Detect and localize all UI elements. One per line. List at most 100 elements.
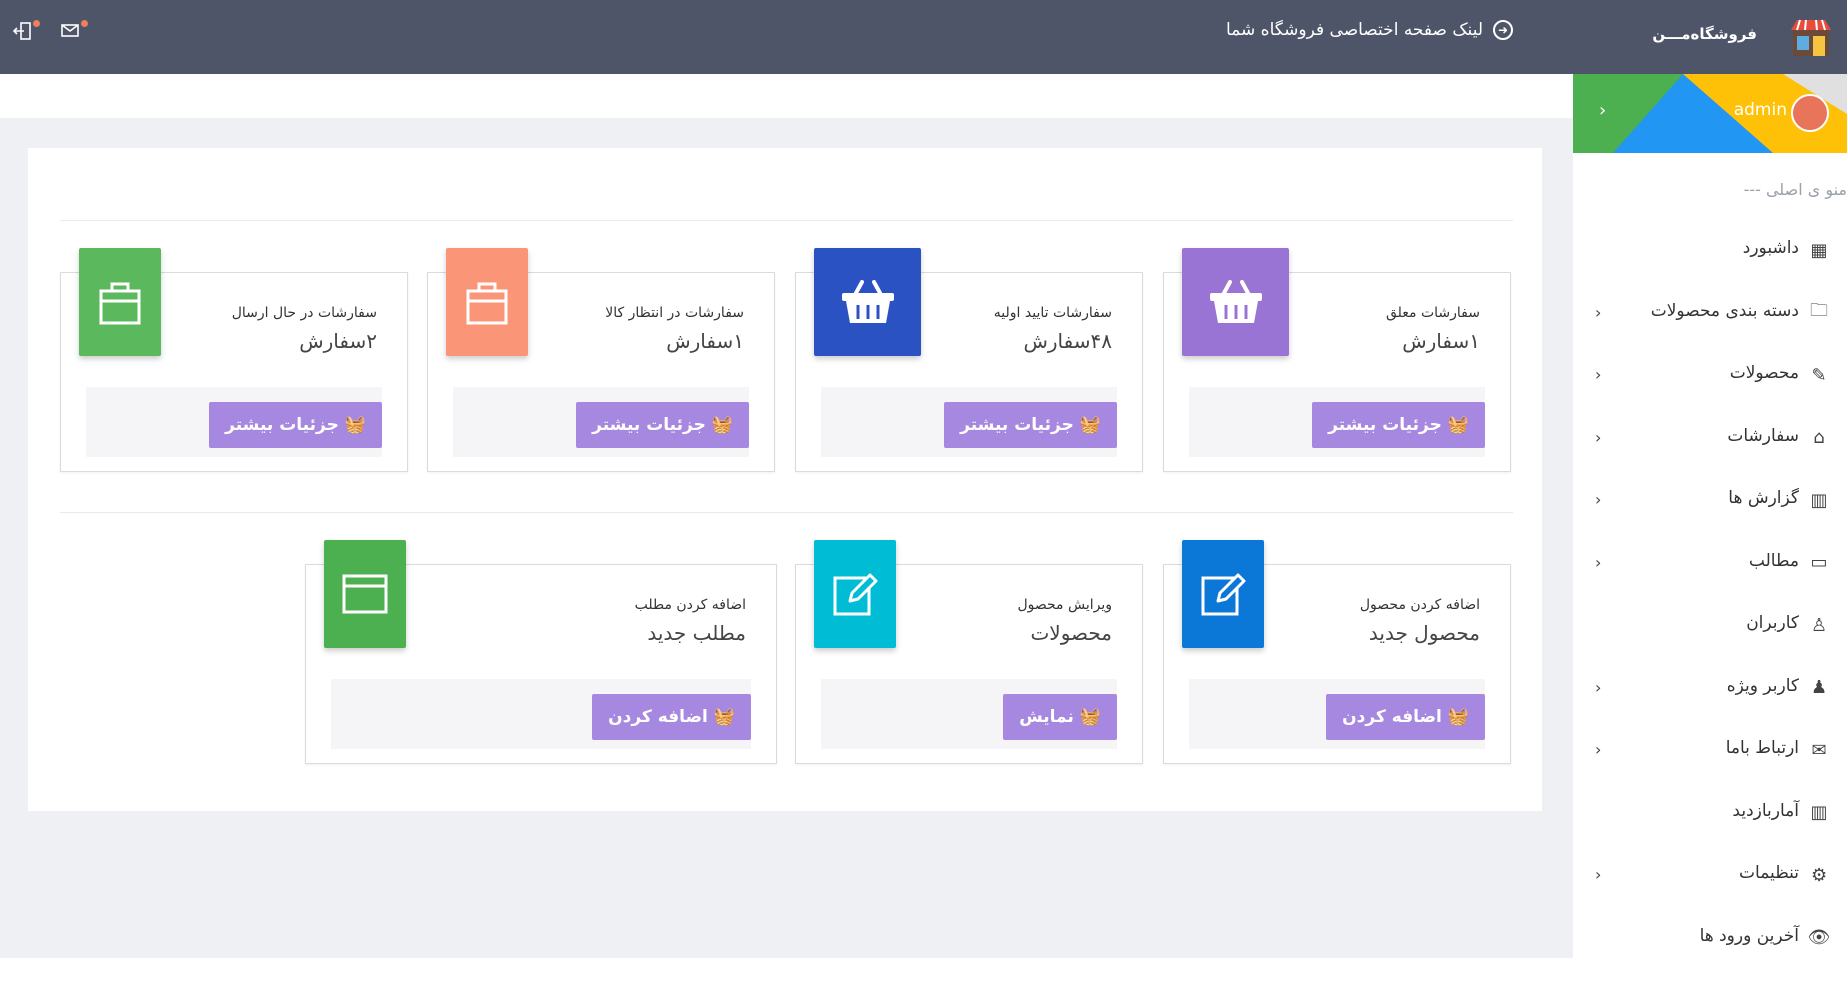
add-button[interactable]: 🧺 اضافه کردن [592, 694, 751, 740]
menu-section-title: منو ی اصلی --- [1743, 180, 1847, 199]
sidebar-item-products[interactable]: ✎ محصولات ‹ [1573, 347, 1847, 410]
basket-icon [814, 248, 921, 356]
sidebar-item-contact[interactable]: ✉ ارتباط باما ‹ [1573, 722, 1847, 785]
avatar[interactable] [1791, 94, 1829, 132]
shopping-bag-icon [446, 248, 528, 356]
edit-icon: ✎ [1811, 364, 1827, 386]
sidebar-item-label: داشبورد [1742, 238, 1799, 258]
card-value: محصول جدید [1368, 621, 1480, 645]
card-title: سفارشات تایید اولیه [993, 305, 1112, 321]
details-button-label: جزئیات بیشتر [1328, 415, 1442, 435]
dashboard-panel: سفارشات معلق ۱سفارش 🧺 جزئیات بیشتر سفارش… [28, 148, 1542, 811]
sidebar-header: فروشگاه‌مـــن [1573, 0, 1847, 74]
sidebar-item-label: محصولات [1729, 363, 1799, 383]
card-title: سفارشات در انتظار کالا [605, 305, 744, 321]
details-button[interactable]: 🧺 جزئیات بیشتر [576, 402, 749, 448]
logout-icon[interactable] [12, 20, 40, 46]
arrow-circle-icon: ➜ [1493, 20, 1513, 40]
notification-dot [81, 20, 88, 27]
sidebar: فروشگاه‌مـــن › admin منو ی اصلی --- ▦ د… [1573, 0, 1847, 983]
show-button-label: نمایش [1019, 707, 1074, 727]
basket-icon: 🧺 [344, 415, 366, 435]
bar-chart-icon: ▥ [1810, 489, 1828, 511]
divider [60, 220, 1513, 221]
sidebar-item-label: گزارش ها [1728, 488, 1799, 508]
top-bar: ➜ لینک صفحه اختصاصی فروشگاه شما [0, 0, 1573, 74]
order-card-awaiting-goods: سفارشات در انتظار کالا ۱سفارش 🧺 جزئیات ب… [427, 248, 775, 472]
sidebar-item-posts[interactable]: ▭ مطالب ‹ [1573, 535, 1847, 598]
card-title: اضافه کردن محصول [1359, 597, 1480, 613]
chevron-left-icon: ‹ [1595, 677, 1602, 697]
mail-icon[interactable] [60, 20, 88, 46]
sidebar-item-vip-user[interactable]: ♟ کاربر ویژه ‹ [1573, 660, 1847, 723]
details-button[interactable]: 🧺 جزئیات بیشتر [209, 402, 382, 448]
show-button[interactable]: 🧺 نمایش [1003, 694, 1117, 740]
card-footer: 🧺 نمایش [821, 679, 1117, 749]
sidebar-item-settings[interactable]: ⚙ تنظیمات ‹ [1573, 847, 1847, 910]
order-card-pending: سفارشات معلق ۱سفارش 🧺 جزئیات بیشتر [1163, 248, 1511, 472]
basket-icon: 🧺 [1447, 707, 1469, 727]
order-card-shipping: سفارشات در حال ارسال ۲سفارش 🧺 جزئیات بیش… [60, 248, 408, 472]
sidebar-item-label: تنظیمات [1739, 863, 1799, 883]
sidebar-item-label: کاربران [1746, 613, 1799, 633]
action-card-add-product: اضافه کردن محصول محصول جدید 🧺 اضافه کردن [1163, 540, 1511, 764]
chevron-right-icon[interactable]: › [1599, 100, 1606, 121]
order-card-initial-approval: سفارشات تایید اولیه ۴۸سفارش 🧺 جزئیات بیش… [795, 248, 1143, 472]
basket-icon: 🧺 [1079, 415, 1101, 435]
sidebar-item-orders[interactable]: ⌂ سفارشات ‹ [1573, 410, 1847, 473]
add-button[interactable]: 🧺 اضافه کردن [1326, 694, 1485, 740]
sidebar-item-dashboard[interactable]: ▦ داشبورد [1573, 222, 1847, 285]
card-title: ویرایش محصول [1017, 597, 1112, 613]
details-button-label: جزئیات بیشتر [592, 415, 706, 435]
sidebar-item-label: آماربازدید [1732, 800, 1799, 821]
stats-icon: ▥ [1810, 802, 1828, 823]
card-value: ۲سفارش [299, 329, 377, 353]
sidebar-item-last-logins[interactable]: 👁 آخرین ورود ها [1573, 910, 1847, 973]
details-button-label: جزئیات بیشتر [960, 415, 1074, 435]
brand-name: فروشگاه‌مـــن [1652, 25, 1757, 43]
sidebar-item-label: آخرین ورود ها [1699, 925, 1799, 946]
shop-link[interactable]: ➜ لینک صفحه اختصاصی فروشگاه شما [1226, 20, 1513, 40]
card-value: محصولات [1030, 621, 1112, 645]
card-value: ۴۸سفارش [1023, 329, 1112, 353]
user-bar: › admin [1573, 74, 1847, 153]
sidebar-item-categories[interactable]: 🗀 دسته بندی محصولات ‹ [1573, 285, 1847, 348]
basket-icon: 🧺 [711, 415, 733, 435]
sidebar-item-label: ارتباط باما [1725, 738, 1799, 758]
card-title: اضافه کردن مطلب [634, 597, 746, 613]
basket-icon: ⌂ [1813, 427, 1825, 448]
details-button-label: جزئیات بیشتر [225, 415, 339, 435]
sidebar-item-label: دسته بندی محصولات [1650, 300, 1799, 321]
toolbar-strip [0, 74, 1573, 118]
divider [60, 512, 1513, 513]
card-footer: 🧺 جزئیات بیشتر [1189, 387, 1485, 457]
chevron-left-icon: ‹ [1595, 865, 1602, 884]
card-footer: 🧺 اضافه کردن [1189, 679, 1485, 749]
chevron-left-icon: ‹ [1595, 552, 1602, 572]
window-icon [324, 540, 406, 648]
sidebar-item-label: کاربر ویژه [1726, 675, 1799, 696]
chevron-left-icon: ‹ [1595, 490, 1602, 509]
chevron-left-icon: ‹ [1595, 365, 1602, 384]
action-card-add-post: اضافه کردن مطلب مطلب جدید 🧺 اضافه کردن [305, 540, 777, 764]
edit-icon [814, 540, 896, 648]
sidebar-item-label: مطالب [1748, 550, 1799, 571]
shop-link-label: لینک صفحه اختصاصی فروشگاه شما [1226, 20, 1483, 40]
sidebar-item-label: سفارشات [1727, 425, 1799, 446]
card-value: ۱سفارش [1402, 329, 1480, 353]
window-icon: ▭ [1810, 552, 1828, 573]
gear-icon: ⚙ [1810, 864, 1828, 886]
sidebar-item-visit-stats[interactable]: ▥ آماربازدید [1573, 785, 1847, 848]
chevron-left-icon: ‹ [1595, 302, 1602, 322]
add-button-label: اضافه کردن [1342, 707, 1442, 727]
sidebar-item-users[interactable]: ♙ کاربران [1573, 597, 1847, 660]
envelope-icon: ✉ [1811, 739, 1827, 761]
card-value: ۱سفارش [666, 329, 744, 353]
details-button[interactable]: 🧺 جزئیات بیشتر [1312, 402, 1485, 448]
eye-icon: 👁 [1807, 927, 1831, 948]
card-title: سفارشات در حال ارسال [231, 305, 377, 321]
action-card-edit-product: ویرایش محصول محصولات 🧺 نمایش [795, 540, 1143, 764]
details-button[interactable]: 🧺 جزئیات بیشتر [944, 402, 1117, 448]
card-footer: 🧺 جزئیات بیشتر [86, 387, 382, 457]
sidebar-item-reports[interactable]: ▥ گزارش ها ‹ [1573, 472, 1847, 535]
